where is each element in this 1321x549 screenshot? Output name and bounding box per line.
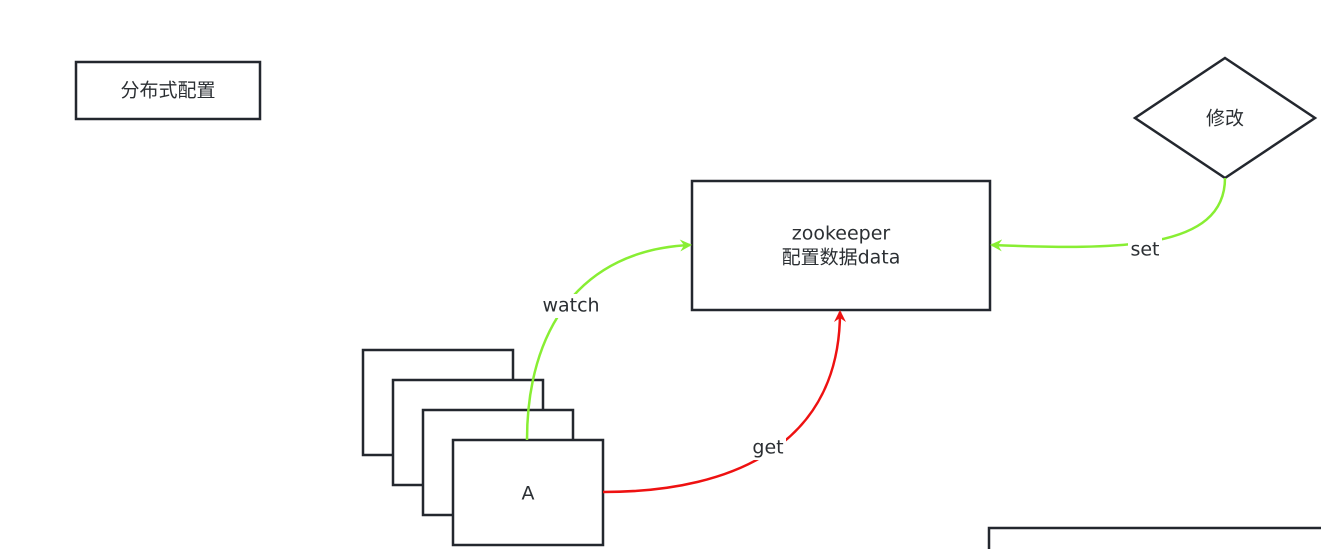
zookeeper-label-line2: 配置数据data <box>782 247 901 269</box>
edge-get-line <box>602 310 846 494</box>
title-node[interactable]: 分布式配置 <box>74 60 262 121</box>
edge-get-label: get <box>752 437 783 459</box>
edge-set-line <box>990 177 1227 252</box>
diagram-canvas: 分布式配置 zookeeper 配置数据data 修改 A watch get … <box>74 56 1321 549</box>
partial-node-bottom-right[interactable] <box>987 526 1321 549</box>
zookeeper-node[interactable]: zookeeper 配置数据data <box>690 179 992 312</box>
modify-node[interactable]: 修改 <box>1132 56 1318 180</box>
client-stack[interactable]: A <box>361 348 605 547</box>
edge-get[interactable]: get <box>602 310 846 494</box>
title-label: 分布式配置 <box>120 80 215 102</box>
edge-watch-label: watch <box>542 295 599 317</box>
client-label: A <box>522 483 535 505</box>
modify-label: 修改 <box>1206 108 1244 130</box>
edge-set-label: set <box>1130 239 1159 261</box>
zookeeper-label-line1: zookeeper <box>792 223 891 245</box>
edge-set[interactable]: set <box>990 177 1227 262</box>
